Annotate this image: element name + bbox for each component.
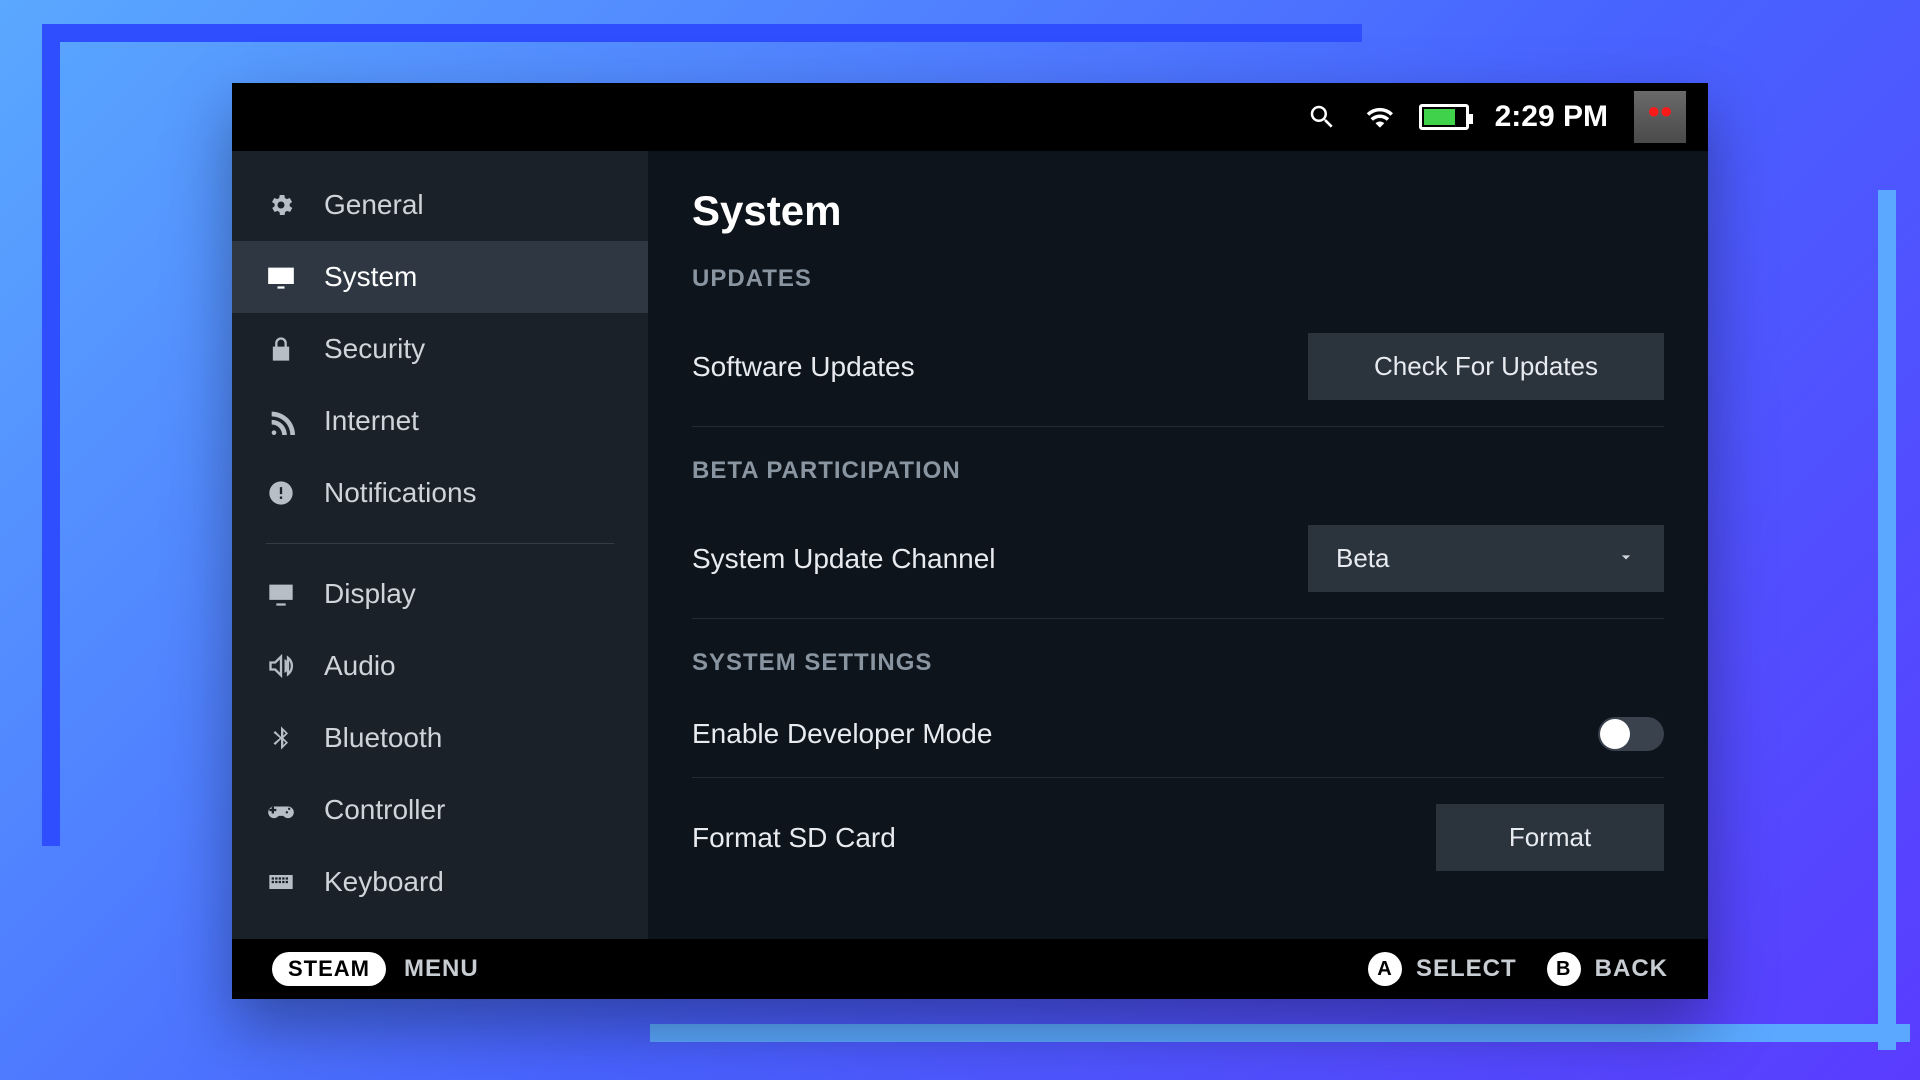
b-button-icon: B xyxy=(1547,952,1581,986)
sidebar-item-internet[interactable]: Internet xyxy=(232,385,648,457)
developer-mode-toggle[interactable] xyxy=(1598,717,1664,751)
clock: 2:29 PM xyxy=(1495,100,1608,134)
sidebar-item-bluetooth[interactable]: Bluetooth xyxy=(232,702,648,774)
section-header-updates: UPDATES xyxy=(692,265,1664,293)
sidebar-item-system[interactable]: System xyxy=(232,241,648,313)
battery-fill xyxy=(1424,109,1455,125)
footer-bar: STEAM MENU A SELECT B BACK xyxy=(232,939,1708,999)
sidebar-item-label: Display xyxy=(324,578,416,610)
sidebar-divider xyxy=(266,543,614,544)
label-developer-mode: Enable Developer Mode xyxy=(692,718,992,750)
device-icon xyxy=(266,262,296,292)
row-update-channel: System Update Channel Beta xyxy=(692,499,1664,619)
a-button-icon: A xyxy=(1368,952,1402,986)
sidebar-item-controller[interactable]: Controller xyxy=(232,774,648,846)
sidebar-item-display[interactable]: Display xyxy=(232,558,648,630)
sidebar-item-label: Internet xyxy=(324,405,419,437)
top-bar: 2:29 PM xyxy=(232,83,1708,151)
row-developer-mode: Enable Developer Mode xyxy=(692,691,1664,778)
footer-menu-label: MENU xyxy=(404,955,479,983)
sidebar-item-label: System xyxy=(324,261,417,293)
sidebar-item-general[interactable]: General xyxy=(232,169,648,241)
signal-icon xyxy=(266,406,296,436)
bluetooth-icon xyxy=(266,723,296,753)
footer-hint-back: B BACK xyxy=(1547,952,1668,986)
gamepad-icon xyxy=(266,795,296,825)
check-for-updates-button[interactable]: Check For Updates xyxy=(1308,333,1664,400)
main-panel: System UPDATES Software Updates Check Fo… xyxy=(648,151,1708,939)
avatar[interactable] xyxy=(1634,91,1686,143)
update-channel-dropdown[interactable]: Beta xyxy=(1308,525,1664,592)
row-software-updates: Software Updates Check For Updates xyxy=(692,307,1664,427)
sidebar: General System Security Internet Notific… xyxy=(232,151,648,939)
sidebar-item-label: Audio xyxy=(324,650,396,682)
decorative-frame-b xyxy=(650,1024,1910,1042)
monitor-icon xyxy=(266,579,296,609)
gear-icon xyxy=(266,190,296,220)
speaker-icon xyxy=(266,651,296,681)
sidebar-item-label: General xyxy=(324,189,424,221)
battery-icon xyxy=(1419,104,1469,130)
footer-select-label: SELECT xyxy=(1416,955,1517,983)
wifi-icon xyxy=(1363,102,1393,132)
content-body: General System Security Internet Notific… xyxy=(232,151,1708,939)
label-format-sd: Format SD Card xyxy=(692,822,896,854)
page-title: System xyxy=(692,187,1664,235)
sidebar-item-label: Notifications xyxy=(324,477,477,509)
sidebar-item-label: Controller xyxy=(324,794,445,826)
section-header-system-settings: SYSTEM SETTINGS xyxy=(692,649,1664,677)
decorative-frame-r xyxy=(1878,190,1896,1050)
footer-back-label: BACK xyxy=(1595,955,1668,983)
row-format-sd: Format SD Card Format xyxy=(692,778,1664,897)
sidebar-item-label: Keyboard xyxy=(324,866,444,898)
search-icon[interactable] xyxy=(1307,102,1337,132)
sidebar-item-security[interactable]: Security xyxy=(232,313,648,385)
sidebar-item-label: Bluetooth xyxy=(324,722,442,754)
footer-left: STEAM MENU xyxy=(272,952,479,986)
lock-icon xyxy=(266,334,296,364)
keyboard-icon xyxy=(266,867,296,897)
section-header-beta: BETA PARTICIPATION xyxy=(692,457,1664,485)
dropdown-value: Beta xyxy=(1336,543,1390,574)
sidebar-item-label: Security xyxy=(324,333,425,365)
format-button[interactable]: Format xyxy=(1436,804,1664,871)
sidebar-item-keyboard[interactable]: Keyboard xyxy=(232,846,648,918)
sidebar-item-notifications[interactable]: Notifications xyxy=(232,457,648,529)
label-software-updates: Software Updates xyxy=(692,351,915,383)
device-window: 2:29 PM General System Security Internet xyxy=(232,83,1708,999)
sidebar-item-audio[interactable]: Audio xyxy=(232,630,648,702)
toggle-knob xyxy=(1600,719,1630,749)
label-update-channel: System Update Channel xyxy=(692,543,996,575)
footer-right: A SELECT B BACK xyxy=(1368,952,1668,986)
footer-hint-select: A SELECT xyxy=(1368,952,1517,986)
steam-pill[interactable]: STEAM xyxy=(272,952,386,986)
chevron-down-icon xyxy=(1616,543,1636,574)
alert-icon xyxy=(266,478,296,508)
